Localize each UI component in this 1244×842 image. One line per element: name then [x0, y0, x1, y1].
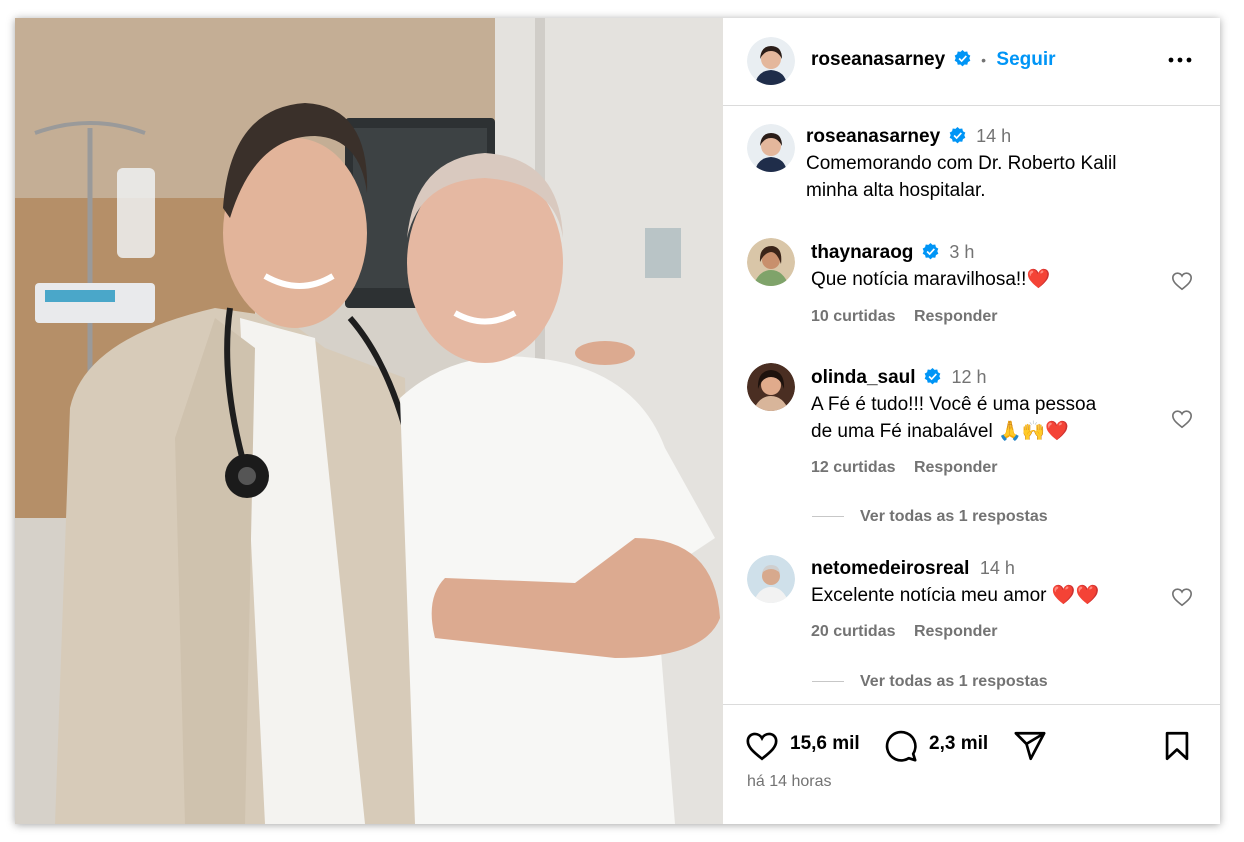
- comment-avatar[interactable]: [747, 363, 795, 411]
- comment-avatar-image: [747, 238, 795, 286]
- caption-text: Comemorando com Dr. Roberto Kalil minha …: [806, 150, 1116, 204]
- comment-time[interactable]: 12 h: [951, 367, 986, 387]
- comment-time[interactable]: 14 h: [980, 558, 1015, 578]
- caption-header: roseanasarney 14 h: [806, 126, 1011, 148]
- verified-badge-icon: [924, 368, 941, 385]
- author-username[interactable]: roseanasarney: [811, 49, 945, 70]
- follow-button[interactable]: Seguir: [996, 49, 1055, 70]
- reply-button[interactable]: Responder: [914, 459, 998, 476]
- comment-text: Excelente notícia meu amor ❤️❤️: [811, 585, 1100, 606]
- comment-bubble-icon[interactable]: [884, 729, 918, 763]
- like-heart-icon[interactable]: [745, 729, 779, 763]
- comment-username[interactable]: thaynaraog: [811, 242, 913, 263]
- caption-line: minha alta hospitalar.: [806, 180, 986, 201]
- header-separator: •: [981, 52, 986, 68]
- post-photo-illustration: [15, 18, 723, 824]
- comment-text-line: A Fé é tudo!!! Você é uma pessoa: [811, 394, 1097, 415]
- view-replies-label: Ver todas as 1 respostas: [860, 508, 1048, 525]
- save-bookmark-icon[interactable]: [1160, 729, 1194, 763]
- comment-username[interactable]: netomedeirosreal: [811, 558, 969, 579]
- replies-divider: [812, 516, 844, 518]
- author-avatar-image: [747, 37, 795, 85]
- view-replies-button[interactable]: Ver todas as 1 respostas: [812, 508, 1048, 526]
- more-icon[interactable]: [1165, 48, 1195, 72]
- comment-like-heart-icon[interactable]: [1171, 270, 1193, 292]
- caption-author-username[interactable]: roseanasarney: [806, 126, 940, 147]
- comment-username[interactable]: olinda_saul: [811, 367, 916, 388]
- comment-avatar-image: [747, 363, 795, 411]
- comment-like-heart-icon[interactable]: [1171, 586, 1193, 608]
- reply-button[interactable]: Responder: [914, 308, 998, 325]
- view-replies-button[interactable]: Ver todas as 1 respostas: [812, 673, 1048, 691]
- view-replies-label: Ver todas as 1 respostas: [860, 673, 1048, 690]
- comment-meta: 10 curtidas Responder: [811, 308, 998, 326]
- comment-header: netomedeirosreal 14 h: [811, 558, 1015, 580]
- likes-count[interactable]: 15,6 mil: [790, 733, 860, 755]
- comment-time[interactable]: 3 h: [949, 242, 974, 262]
- share-send-icon[interactable]: [1013, 729, 1047, 763]
- verified-badge-icon: [954, 50, 970, 67]
- caption-author-avatar-image: [747, 124, 795, 172]
- comment-text-line: de uma Fé inabalável 🙏🙌❤️: [811, 421, 1069, 442]
- header-user-row: roseanasarney • Seguir: [811, 49, 1056, 71]
- replies-divider: [812, 681, 844, 683]
- post-side-panel: roseanasarney • Seguir roseanasarney 14 …: [723, 18, 1220, 824]
- caption-author-avatar[interactable]: [747, 124, 795, 172]
- comment-header: thaynaraog 3 h: [811, 242, 974, 264]
- comment-likes[interactable]: 20 curtidas: [811, 623, 895, 640]
- post-actions-bar: 15,6 mil 2,3 mil há 14 horas: [723, 704, 1220, 824]
- comment-likes[interactable]: 10 curtidas: [811, 308, 895, 325]
- caption-time[interactable]: 14 h: [976, 126, 1011, 146]
- comment-text: Que notícia maravilhosa!!❤️: [811, 269, 1051, 290]
- author-avatar[interactable]: [747, 37, 795, 85]
- post-timestamp[interactable]: há 14 horas: [747, 773, 832, 791]
- instagram-post-card: roseanasarney • Seguir roseanasarney 14 …: [15, 18, 1220, 824]
- comment-meta: 20 curtidas Responder: [811, 623, 998, 641]
- comment-likes[interactable]: 12 curtidas: [811, 459, 895, 476]
- comment-avatar[interactable]: [747, 238, 795, 286]
- post-header: roseanasarney • Seguir: [723, 18, 1220, 106]
- verified-badge-icon: [949, 127, 965, 144]
- comments-count[interactable]: 2,3 mil: [929, 733, 988, 755]
- comment-avatar-image: [747, 555, 795, 603]
- caption-line: Comemorando com Dr. Roberto Kalil: [806, 153, 1117, 174]
- post-photo[interactable]: [15, 18, 723, 824]
- comment-header: olinda_saul 12 h: [811, 367, 986, 389]
- verified-badge-icon: [922, 243, 939, 260]
- comment-text: A Fé é tudo!!! Você é uma pessoa de uma …: [811, 391, 1096, 445]
- comment-avatar[interactable]: [747, 555, 795, 603]
- comment-meta: 12 curtidas Responder: [811, 459, 998, 477]
- comment-like-heart-icon[interactable]: [1171, 408, 1193, 430]
- reply-button[interactable]: Responder: [914, 623, 998, 640]
